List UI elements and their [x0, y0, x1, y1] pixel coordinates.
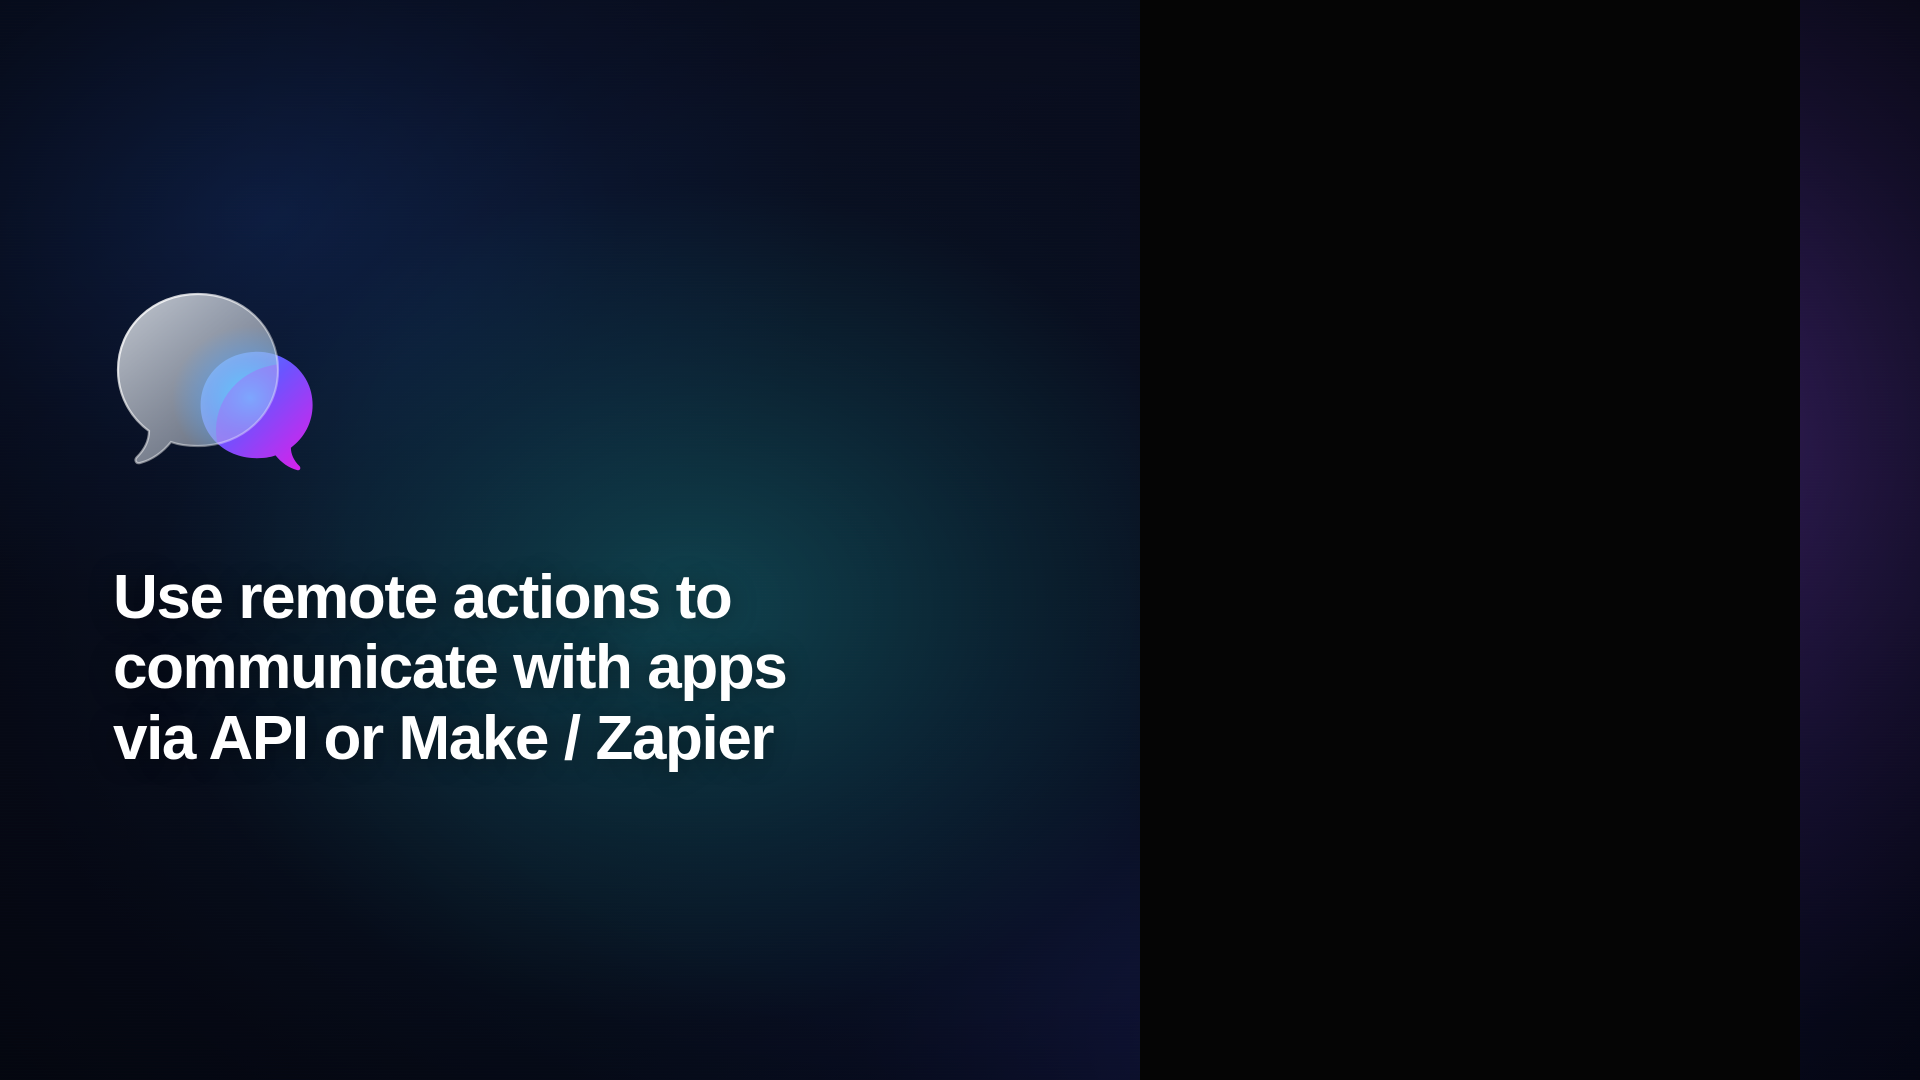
headline-line-1: Use remote actions to	[113, 563, 733, 632]
headline-line-2: communicate with apps	[113, 633, 788, 703]
hero-slide: Use remote actions to communicate with a…	[0, 0, 1920, 1080]
headline-line-3: via API or Make / Zapier	[113, 703, 775, 773]
page-title: Use remote actions to communicate with a…	[113, 563, 943, 774]
hero-left-panel: Use remote actions to communicate with a…	[0, 0, 1140, 1080]
app-window: Actions Check and analyse my tasks ⌘T	[1140, 0, 1800, 1080]
chat-bubbles-logo	[100, 280, 330, 500]
